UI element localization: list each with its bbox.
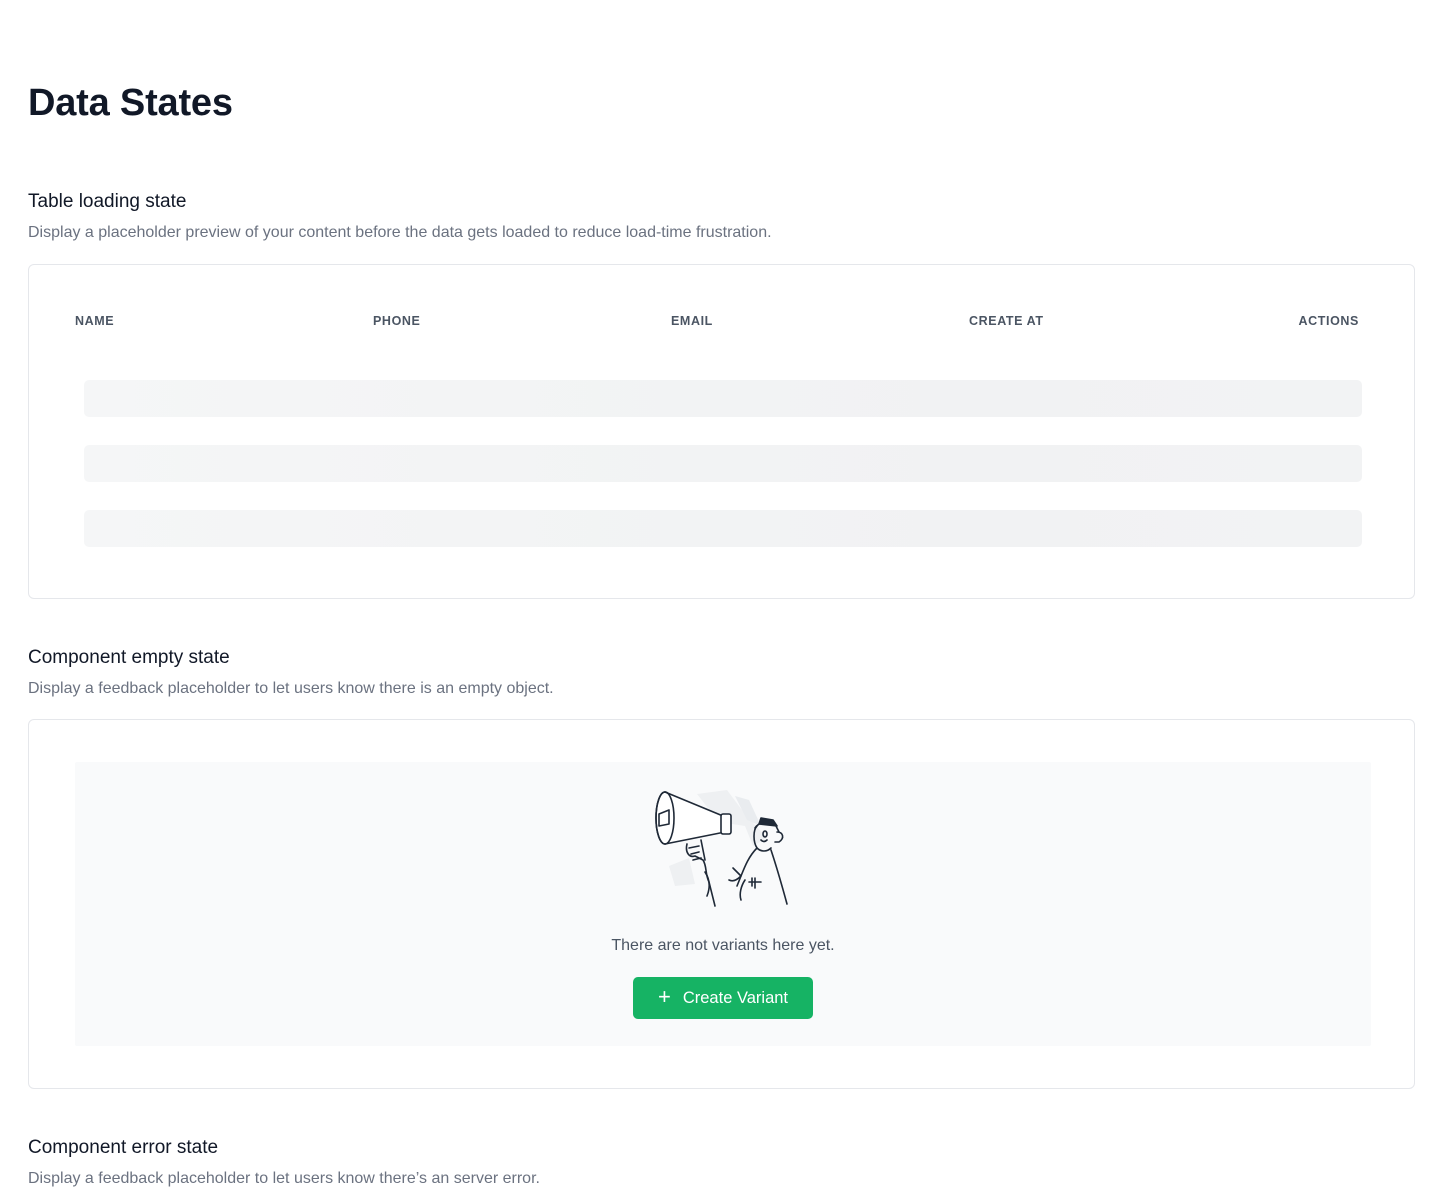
empty-state-message: There are not variants here yet. bbox=[611, 937, 835, 954]
empty-state-card: There are not variants here yet. + Creat… bbox=[28, 719, 1415, 1089]
plus-icon: + bbox=[657, 984, 671, 1009]
empty-state-panel: There are not variants here yet. + Creat… bbox=[75, 762, 1371, 1046]
column-header-create-at: CREATE AT bbox=[969, 314, 1044, 328]
empty-section-description: Display a feedback placeholder to let us… bbox=[28, 680, 554, 697]
skeleton-row bbox=[84, 380, 1362, 417]
column-header-actions: ACTIONS bbox=[1298, 314, 1359, 328]
loading-section-description: Display a placeholder preview of your co… bbox=[28, 224, 772, 241]
create-variant-label: Create Variant bbox=[682, 988, 789, 1007]
page-title: Data States bbox=[28, 82, 233, 124]
error-section-title: Component error state bbox=[28, 1137, 219, 1158]
column-header-email: EMAIL bbox=[671, 314, 713, 328]
loading-section-title: Table loading state bbox=[28, 191, 187, 212]
skeleton-row bbox=[84, 510, 1362, 547]
skeleton-row bbox=[84, 445, 1362, 482]
man-with-megaphone-illustration bbox=[655, 790, 788, 907]
column-header-phone: PHONE bbox=[373, 314, 421, 328]
error-section-description: Display a feedback placeholder to let us… bbox=[28, 1170, 540, 1187]
empty-section-title: Component empty state bbox=[28, 647, 230, 668]
create-variant-button[interactable]: + Create Variant bbox=[633, 977, 813, 1019]
data-states-page: Data States Table loading state Display … bbox=[0, 0, 1440, 1200]
loading-table-card: NAME PHONE EMAIL CREATE AT ACTIONS bbox=[28, 264, 1415, 599]
column-header-name: NAME bbox=[75, 314, 115, 328]
